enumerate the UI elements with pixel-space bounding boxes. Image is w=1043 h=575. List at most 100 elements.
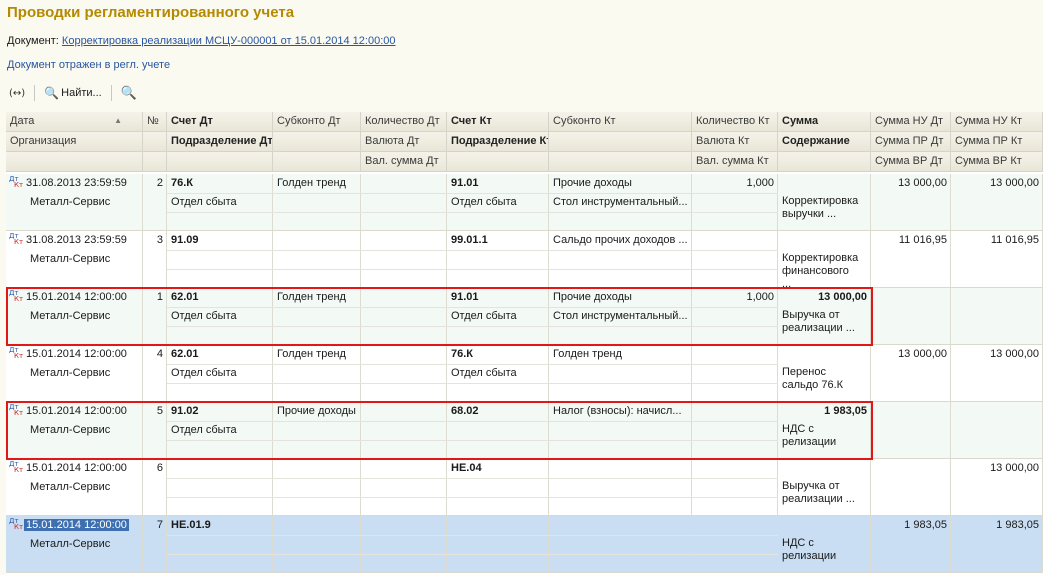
column-header[interactable]: Организация	[6, 132, 143, 152]
content-cell[interactable]: Выручка от реализации ...	[778, 476, 865, 516]
nu-dt-cell[interactable]: 13 000,00	[871, 174, 951, 193]
nu-dt-cell[interactable]: 1 983,05	[871, 516, 951, 535]
table-row[interactable]: Дт Кт 15.01.2014 12:00:00 4 62.01 Голден трен…	[6, 345, 1043, 402]
sub-kt-cell[interactable]: Прочие доходы	[549, 288, 692, 307]
qty-dt-cell[interactable]	[361, 288, 447, 307]
column-header[interactable]	[143, 132, 167, 152]
column-header[interactable]: Дата ▲	[6, 112, 143, 132]
organization-cell[interactable]: Металл-Сервис	[26, 250, 143, 269]
content-cell[interactable]: Выручка от реализации ...	[778, 305, 865, 345]
column-header[interactable]: Сумма НУ Кт	[951, 112, 1043, 132]
cancel-search-button[interactable]: 🔍	[118, 84, 140, 102]
qty-dt-cell[interactable]	[361, 402, 447, 421]
column-header[interactable]	[143, 152, 167, 172]
content-cell[interactable]: Перенос сальдо 76.К	[778, 362, 865, 402]
status-text[interactable]: Документ отражен в регл. учете	[7, 59, 170, 71]
column-header[interactable]: Вал. сумма Кт	[692, 152, 778, 172]
qty-dt-cell[interactable]	[361, 231, 447, 250]
dep-kt-cell[interactable]	[447, 421, 549, 440]
dep-dt-cell[interactable]: Отдел сбыта	[167, 421, 273, 440]
acc-dt-cell[interactable]: НЕ.01.9	[167, 516, 273, 535]
sort-icon[interactable]: ▲	[114, 116, 122, 125]
column-header[interactable]: Сумма ВР Кт	[951, 152, 1043, 172]
column-header[interactable]	[273, 132, 361, 152]
acc-dt-cell[interactable]	[167, 459, 273, 478]
column-header[interactable]: Валюта Дт	[361, 132, 447, 152]
sub-kt2-cell[interactable]	[549, 250, 692, 269]
acc-dt-cell[interactable]: 76.К	[167, 174, 273, 193]
date-cell[interactable]: Дт Кт 31.08.2013 23:59:59	[6, 174, 143, 193]
column-header[interactable]	[549, 132, 692, 152]
sub-kt-cell[interactable]: Сальдо прочих доходов ...	[549, 231, 692, 250]
entries-table[interactable]: Дата ▲ № Счет Дт Субконто Дт Количество Дт Сче…	[6, 112, 1043, 575]
sub-kt-cell[interactable]	[549, 516, 692, 535]
nu-dt-cell[interactable]: 13 000,00	[871, 345, 951, 364]
column-header[interactable]: Подразделение Кт	[447, 132, 549, 152]
sub-kt2-cell[interactable]: Стол инструментальный...	[549, 307, 692, 326]
column-header[interactable]: Сумма ПР Кт	[951, 132, 1043, 152]
column-header[interactable]	[167, 152, 273, 172]
table-row[interactable]: Дт Кт 15.01.2014 12:00:00 1 62.01 Голден трен…	[6, 288, 1043, 345]
num-cell[interactable]: 2	[143, 174, 167, 193]
organization-cell[interactable]: Металл-Сервис	[26, 307, 143, 326]
sub-kt2-cell[interactable]	[549, 478, 692, 497]
nu-kt-cell[interactable]: 11 016,95	[951, 231, 1043, 250]
organization-cell[interactable]: Металл-Сервис	[26, 478, 143, 497]
dep-dt-cell[interactable]: Отдел сбыта	[167, 307, 273, 326]
sub-kt-cell[interactable]: Налог (взносы): начисл...	[549, 402, 692, 421]
acc-kt-cell[interactable]	[447, 516, 549, 535]
dep-kt-cell[interactable]: Отдел сбыта	[447, 364, 549, 383]
table-row[interactable]: Дт Кт 31.08.2013 23:59:59 2 76.К Голден тренд…	[6, 174, 1043, 231]
column-header[interactable]: Субконто Дт	[273, 112, 361, 132]
date-cell[interactable]: Дт Кт 31.08.2013 23:59:59	[6, 231, 143, 250]
nu-kt-cell[interactable]: 1 983,05	[951, 516, 1043, 535]
table-row[interactable]: Дт Кт 15.01.2014 12:00:00 7 НЕ.01.9 1 983,05 1…	[6, 516, 1043, 573]
column-header[interactable]: Подразделение Дт	[167, 132, 273, 152]
dep-kt-cell[interactable]	[447, 478, 549, 497]
sub-kt-cell[interactable]: Прочие доходы	[549, 174, 692, 193]
num-cell[interactable]: 1	[143, 288, 167, 307]
date-cell[interactable]: Дт Кт 15.01.2014 12:00:00	[6, 516, 143, 535]
nu-dt-cell[interactable]: 11 016,95	[871, 231, 951, 250]
content-cell[interactable]: НДС с релизации	[778, 533, 865, 573]
acc-kt-cell[interactable]: 68.02	[447, 402, 549, 421]
dep-dt-cell[interactable]	[167, 535, 273, 554]
document-link[interactable]: Корректировка реализации МСЦУ-000001 от …	[62, 35, 396, 47]
nu-kt-cell[interactable]: 13 000,00	[951, 174, 1043, 193]
content-cell[interactable]: Корректировка финансового ...	[778, 248, 865, 288]
dep-dt-cell[interactable]	[167, 478, 273, 497]
dep-dt-cell[interactable]	[167, 250, 273, 269]
column-header[interactable]: Сумма ПР Дт	[871, 132, 951, 152]
toggle-accounts-button[interactable]: (↔)	[6, 84, 28, 102]
sub-kt-cell[interactable]	[549, 459, 692, 478]
acc-kt-cell[interactable]: 99.01.1	[447, 231, 549, 250]
sub-dt-cell[interactable]: Прочие доходы	[273, 402, 361, 421]
column-header[interactable]	[778, 152, 871, 172]
nu-kt-cell[interactable]	[951, 402, 1043, 421]
sub-kt2-cell[interactable]: Стол инструментальный...	[549, 193, 692, 212]
sub-kt2-cell[interactable]	[549, 535, 692, 554]
dep-kt-cell[interactable]	[447, 535, 549, 554]
date-cell[interactable]: Дт Кт 15.01.2014 12:00:00	[6, 459, 143, 478]
sub-dt-cell[interactable]	[273, 459, 361, 478]
sub-kt-cell[interactable]: Голден тренд	[549, 345, 692, 364]
qty-dt-cell[interactable]	[361, 174, 447, 193]
sub-dt-cell[interactable]: Голден тренд	[273, 288, 361, 307]
column-header[interactable]: Количество Дт	[361, 112, 447, 132]
num-cell[interactable]: 4	[143, 345, 167, 364]
column-header[interactable]: №	[143, 112, 167, 132]
num-cell[interactable]: 5	[143, 402, 167, 421]
nu-dt-cell[interactable]	[871, 402, 951, 421]
qty-kt-cell[interactable]	[692, 231, 778, 250]
sub-kt2-cell[interactable]	[549, 364, 692, 383]
acc-kt-cell[interactable]: 76.К	[447, 345, 549, 364]
column-header[interactable]: Содержание	[778, 132, 871, 152]
qty-dt-cell[interactable]	[361, 516, 447, 535]
dep-dt-cell[interactable]: Отдел сбыта	[167, 364, 273, 383]
date-cell[interactable]: Дт Кт 15.01.2014 12:00:00	[6, 402, 143, 421]
column-header[interactable]: Вал. сумма Дт	[361, 152, 447, 172]
qty-dt-cell[interactable]	[361, 345, 447, 364]
organization-cell[interactable]: Металл-Сервис	[26, 421, 143, 440]
column-header[interactable]	[6, 152, 143, 172]
column-header[interactable]: Сумма НУ Дт	[871, 112, 951, 132]
